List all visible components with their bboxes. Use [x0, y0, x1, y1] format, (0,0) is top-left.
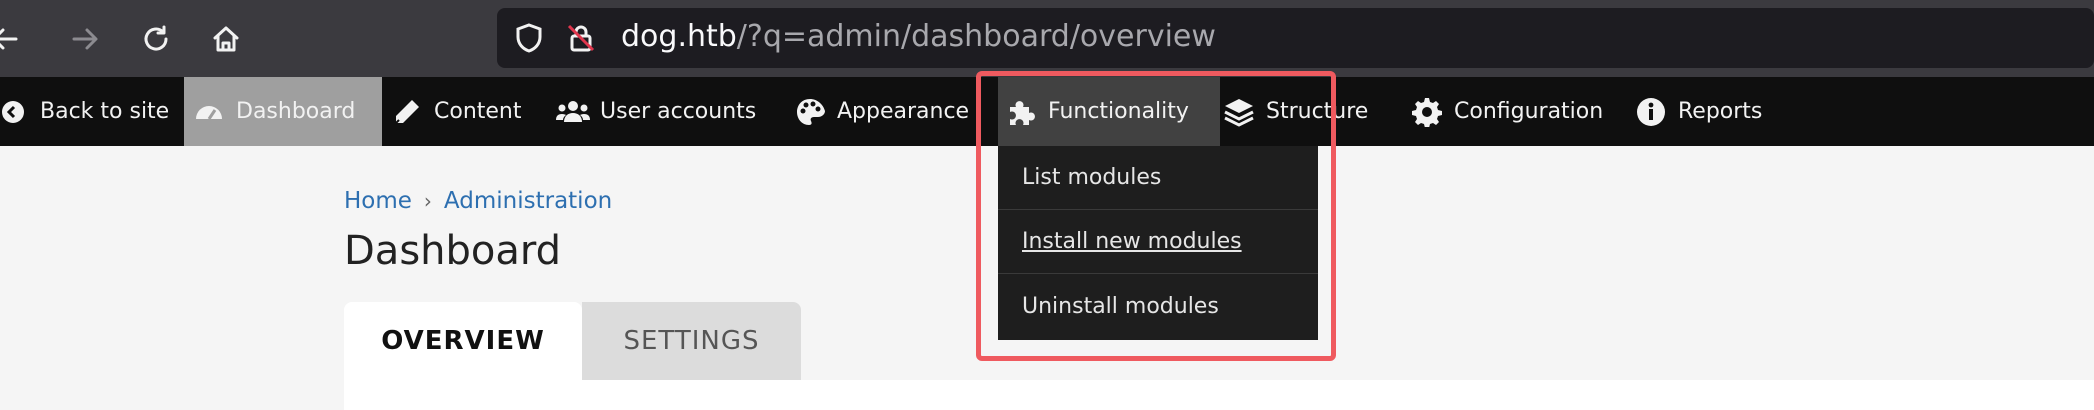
- chevron-right-icon: ›: [423, 189, 432, 213]
- home-icon: [213, 26, 239, 52]
- browser-toolbar: dog.htb/?q=admin/dashboard/overview: [0, 0, 2094, 77]
- forward-button[interactable]: [60, 14, 110, 64]
- toolbar-item-label: Reports: [1678, 99, 1763, 124]
- dashboard-gauge-icon: [192, 95, 226, 129]
- toolbar-item-label: Dashboard: [236, 99, 356, 124]
- toolbar-item-label: Back to site: [40, 99, 170, 124]
- toolbar-item-label: Functionality: [1048, 99, 1189, 124]
- puzzle-icon: [1004, 95, 1038, 129]
- toolbar-item-structure[interactable]: Structure: [1222, 77, 1368, 146]
- page-title: Dashboard: [344, 228, 562, 274]
- palette-icon: [793, 95, 827, 129]
- toolbar-item-reports[interactable]: Reports: [1634, 77, 1762, 146]
- toolbar-item-functionality[interactable]: Functionality: [998, 77, 1220, 146]
- admin-toolbar: Back to site Dashboard Content User acco…: [0, 77, 2094, 146]
- toolbar-item-back-to-site[interactable]: Back to site: [0, 77, 179, 146]
- toolbar-item-configuration[interactable]: Configuration: [1410, 77, 1603, 146]
- toolbar-item-user-accounts[interactable]: User accounts: [556, 77, 756, 146]
- layers-icon: [1222, 95, 1256, 129]
- toolbar-item-label: Appearance: [837, 99, 970, 124]
- toolbar-item-label: Configuration: [1454, 99, 1604, 124]
- insecure-lock-icon[interactable]: [565, 22, 597, 54]
- forward-arrow-icon: [72, 28, 98, 50]
- address-bar[interactable]: dog.htb/?q=admin/dashboard/overview: [497, 8, 2094, 68]
- back-arrow-icon: [0, 28, 18, 50]
- toolbar-item-dashboard[interactable]: Dashboard: [184, 77, 382, 146]
- toolbar-item-appearance[interactable]: Appearance: [793, 77, 969, 146]
- toolbar-item-label: Content: [434, 99, 522, 124]
- tab-settings[interactable]: SETTINGS: [582, 302, 801, 380]
- back-button[interactable]: [0, 14, 30, 64]
- pencil-icon: [390, 95, 424, 129]
- menu-item-install-new-modules[interactable]: Install new modules: [998, 210, 1318, 274]
- functionality-dropdown-menu: List modules Install new modules Uninsta…: [998, 146, 1318, 340]
- gear-icon: [1410, 95, 1444, 129]
- page-tabs: OVERVIEW SETTINGS: [344, 302, 801, 380]
- url-host: dog.htb: [621, 19, 737, 54]
- url-text[interactable]: dog.htb/?q=admin/dashboard/overview: [621, 17, 1216, 57]
- toolbar-item-content[interactable]: Content: [390, 77, 522, 146]
- info-icon: [1634, 95, 1668, 129]
- shield-icon[interactable]: [513, 22, 545, 54]
- content-panel: [344, 380, 2094, 410]
- toolbar-item-label: Structure: [1266, 99, 1369, 124]
- back-circle-icon: [0, 95, 30, 129]
- menu-item-list-modules[interactable]: List modules: [998, 146, 1318, 210]
- reload-button[interactable]: [131, 14, 181, 64]
- tab-overview[interactable]: OVERVIEW: [344, 302, 582, 380]
- url-path: /?q=admin/dashboard/overview: [736, 19, 1216, 54]
- home-button[interactable]: [201, 14, 251, 64]
- breadcrumb: Home › Administration: [344, 188, 612, 214]
- toolbar-item-label: User accounts: [600, 99, 757, 124]
- reload-icon: [144, 25, 168, 51]
- breadcrumb-home-link[interactable]: Home: [344, 188, 412, 214]
- breadcrumb-administration-link[interactable]: Administration: [444, 188, 612, 214]
- users-icon: [556, 95, 590, 129]
- menu-item-uninstall-modules[interactable]: Uninstall modules: [998, 274, 1318, 338]
